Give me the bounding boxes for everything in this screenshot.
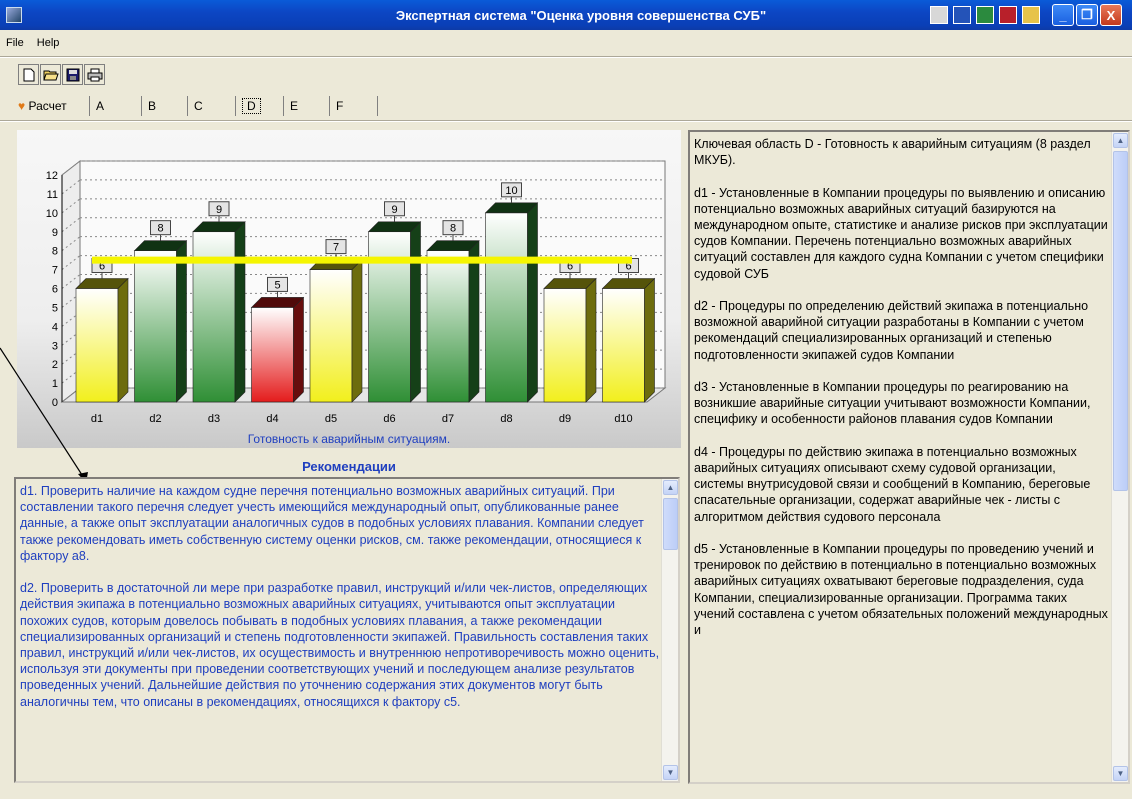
x-tick-label: d5 [325, 413, 337, 425]
bar-d8 [485, 212, 528, 403]
bar-d4 [251, 307, 294, 403]
y-tick-label: 6 [52, 284, 58, 296]
y-tick-label: 7 [52, 265, 58, 277]
bar-side-d4 [293, 296, 304, 403]
recommendations-scrollbar[interactable]: ▲ ▼ [661, 479, 678, 781]
x-tick-label: d3 [208, 413, 220, 425]
recommendations-text: d1. Проверить наличие на каждом судне пе… [20, 484, 660, 709]
recommendations-textbox[interactable]: d1. Проверить наличие на каждом судне пе… [14, 477, 680, 783]
description-scrollbar[interactable]: ▲ ▼ [1111, 132, 1128, 782]
tab-raschet[interactable]: ♥ Расчет [18, 96, 90, 116]
data-label: 7 [333, 242, 339, 254]
y-tick-label: 8 [52, 246, 58, 258]
tab-e[interactable]: E [284, 96, 330, 116]
new-icon[interactable] [18, 64, 39, 85]
tab-d[interactable]: D [236, 96, 284, 116]
tab-a[interactable]: A [90, 96, 142, 116]
close-button[interactable]: X [1100, 4, 1122, 26]
x-tick-label: d7 [442, 413, 454, 425]
minimize-button[interactable]: _ [1052, 4, 1074, 26]
x-tick-label: d6 [383, 413, 395, 425]
bar-d10 [602, 288, 645, 403]
bar-side-d5 [351, 258, 363, 403]
menu-help[interactable]: Help [31, 33, 64, 49]
x-tick-label: d9 [559, 413, 571, 425]
menu-divider [0, 56, 1132, 58]
y-tick-label: 12 [46, 170, 58, 182]
acrobat-icon[interactable] [999, 6, 1017, 24]
maximize-button[interactable]: ❐ [1076, 4, 1098, 26]
tab-c[interactable]: C [188, 96, 236, 116]
data-label: 10 [505, 185, 517, 197]
scroll-up-icon[interactable]: ▲ [1113, 133, 1128, 148]
scroll-down-icon[interactable]: ▼ [663, 765, 678, 780]
chart-title: Готовность к аварийным ситуациям. [247, 432, 451, 446]
bar-side-d9 [585, 277, 597, 403]
bar-d7 [426, 250, 470, 403]
x-tick-label: d8 [500, 413, 512, 425]
scroll-thumb[interactable] [663, 498, 678, 550]
y-tick-label: 0 [52, 397, 58, 409]
x-tick-label: d4 [266, 413, 278, 425]
y-tick-label: 10 [46, 208, 58, 220]
y-tick-label: 11 [47, 189, 58, 201]
save-icon[interactable] [62, 64, 83, 85]
toolbar [18, 64, 105, 85]
bar-side-d2 [176, 239, 187, 403]
x-tick-label: d10 [614, 413, 632, 425]
bar-d2 [134, 250, 177, 403]
taskbar-icons [930, 6, 1040, 24]
menu-bar: File Help [0, 33, 1132, 55]
tab-strip: ♥ Расчет A B C D E F [18, 95, 378, 117]
menu-file[interactable]: File [0, 33, 28, 49]
word-icon[interactable] [953, 6, 971, 24]
bar-side-d7 [468, 239, 480, 403]
scroll-down-icon[interactable]: ▼ [1113, 766, 1128, 781]
bar-chart: 01234567891011126d18d29d35d47d59d68d710d… [46, 159, 667, 425]
bar-d5 [309, 269, 353, 403]
y-tick-label: 1 [52, 378, 58, 390]
y-tick-label: 3 [52, 340, 58, 352]
scroll-thumb[interactable] [1113, 151, 1128, 491]
tab-b[interactable]: B [142, 96, 188, 116]
data-label: 8 [157, 223, 163, 235]
description-textbox[interactable]: Ключевая область D - Готовность к аварий… [688, 130, 1130, 784]
data-label: 9 [391, 204, 397, 216]
chart-panel: 0 1 2 3 4 5 6 7 8 9 10 11 12 6 d1 8 d2 9 d3 5 d4 7 d5 9 d6 8 d7 10 d… [17, 130, 681, 448]
y-tick-label: 5 [52, 302, 58, 314]
open-icon[interactable] [40, 64, 61, 85]
bar-side-d1 [117, 277, 129, 403]
bar-d9 [543, 288, 587, 403]
excel-icon[interactable] [976, 6, 994, 24]
bar-side-d3 [234, 221, 246, 403]
y-tick-label: 2 [52, 359, 58, 371]
y-tick-label: 4 [52, 321, 58, 333]
tab-divider [0, 120, 1132, 122]
recommendations-title: Рекомендации [302, 459, 396, 474]
bar-side-d6 [410, 221, 421, 403]
x-tick-label: d2 [149, 413, 161, 425]
bar-side-d10 [644, 277, 655, 403]
app-quicklaunch-icon[interactable] [930, 6, 948, 24]
data-label: 8 [450, 223, 456, 235]
title-bar[interactable]: Экспертная система "Оценка уровня соверш… [0, 0, 1132, 30]
bar-side-d8 [527, 202, 538, 403]
scroll-up-icon[interactable]: ▲ [663, 480, 678, 495]
description-text: Ключевая область D - Готовность к аварий… [694, 137, 1108, 638]
data-label: 9 [216, 204, 222, 216]
tab-f[interactable]: F [330, 96, 378, 116]
data-label: 5 [274, 279, 280, 291]
y-tick-label: 9 [52, 227, 58, 239]
print-icon[interactable] [84, 64, 105, 85]
chart-icon: ♥ [18, 99, 26, 113]
bar-d1 [75, 288, 119, 403]
x-tick-label: d1 [91, 413, 103, 425]
folder-icon[interactable] [1022, 6, 1040, 24]
